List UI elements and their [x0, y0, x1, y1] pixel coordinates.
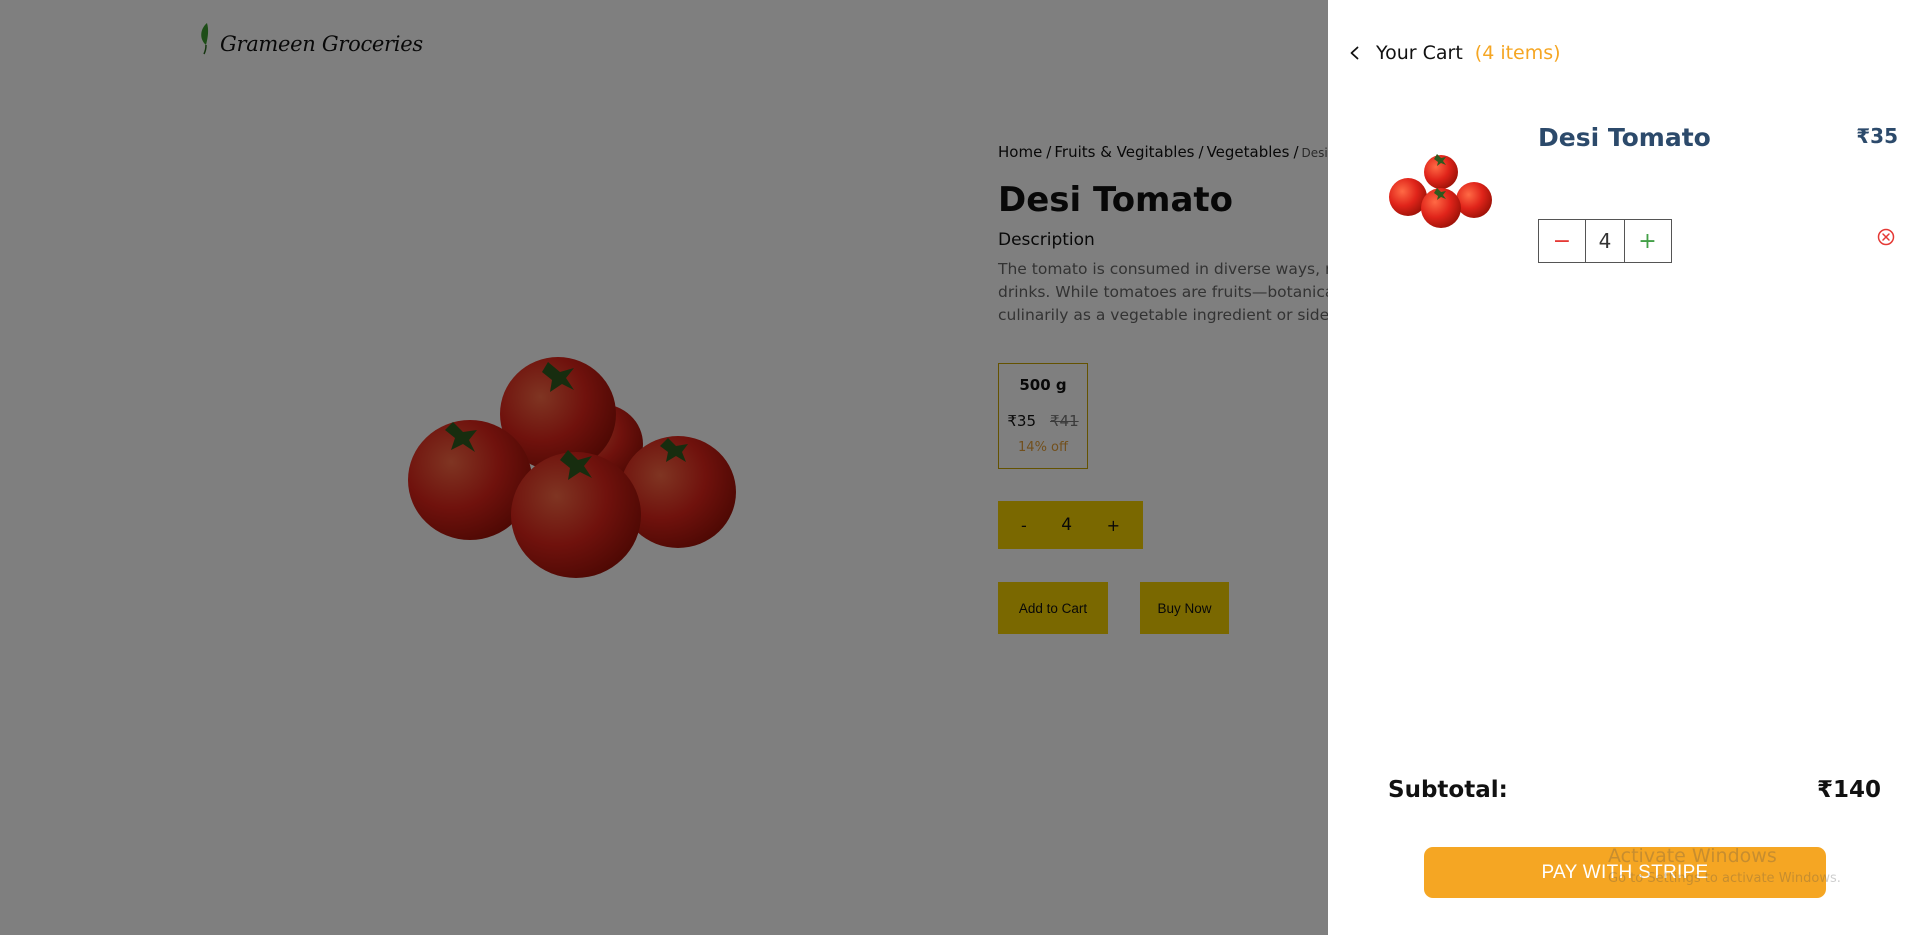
- modal-backdrop[interactable]: [0, 0, 1328, 935]
- cart-qty-value: 4: [1586, 220, 1625, 262]
- cart-qty-increment-button[interactable]: +: [1625, 220, 1670, 262]
- cart-item-image: [1389, 154, 1492, 228]
- cart-drawer: Your Cart (4 items) Desi Tomato ₹35 − 4: [1328, 0, 1920, 935]
- remove-item-icon[interactable]: [1877, 228, 1895, 246]
- cart-item-count: (4 items): [1474, 42, 1561, 64]
- pay-with-stripe-button[interactable]: PAY WITH STRIPE: [1424, 847, 1826, 898]
- cart-header: Your Cart (4 items): [1348, 42, 1561, 64]
- chevron-left-icon[interactable]: [1348, 46, 1362, 60]
- subtotal-value: ₹140: [1816, 777, 1881, 803]
- cart-item-name: Desi Tomato: [1538, 123, 1711, 152]
- cart-item-price: ₹35: [1856, 124, 1898, 148]
- cart-qty-decrement-button[interactable]: −: [1539, 220, 1586, 262]
- subtotal-label: Subtotal:: [1388, 777, 1508, 803]
- cart-title: Your Cart: [1376, 42, 1463, 64]
- cart-quantity-stepper: − 4 +: [1538, 219, 1672, 263]
